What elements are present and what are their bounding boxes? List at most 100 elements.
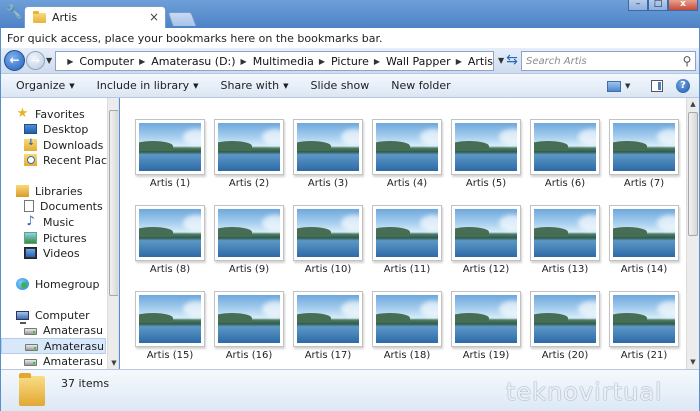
wrench-icon[interactable]: 🔧	[6, 6, 22, 20]
file-thumbnail[interactable]: Artis (4)	[372, 119, 442, 189]
nav-item-documents[interactable]: Documents	[1, 198, 106, 214]
file-thumbnail[interactable]: Artis (1)	[135, 119, 205, 189]
file-thumbnail[interactable]: Artis (19)	[451, 291, 521, 361]
maximize-button[interactable]: □	[648, 0, 668, 11]
search-box[interactable]: Search Artis ⚲	[521, 51, 696, 71]
forward-button[interactable]: →	[26, 51, 45, 70]
change-view-icon[interactable]	[607, 81, 621, 92]
file-thumbnail[interactable]: Artis (9)	[214, 205, 284, 275]
recent-pages-dropdown[interactable]: ▼	[46, 56, 52, 65]
file-thumbnail[interactable]: Artis (17)	[293, 291, 363, 361]
more-options-caret[interactable]: ▼	[625, 82, 630, 98]
command-slide-show[interactable]: Slide show	[310, 79, 369, 92]
close-window-button[interactable]: x	[668, 0, 698, 11]
chevron-right-icon[interactable]: ▶	[374, 57, 380, 66]
file-name: Artis (6)	[544, 178, 586, 189]
image-thumbnail-icon	[530, 291, 600, 347]
new-tab-button[interactable]	[167, 12, 197, 26]
nav-item-amaterasu-d[interactable]: Amaterasu (D:)	[1, 338, 118, 354]
nav-item-amaterasu-e[interactable]: Amaterasu (E:)	[1, 353, 118, 369]
address-row: ← → ▼ ▶ Computer ▶ Amaterasu (D:) ▶ Multimed…	[1, 48, 699, 74]
search-input[interactable]: Search Artis	[526, 56, 679, 67]
navigation-scrollbar[interactable]: ▼	[107, 98, 118, 369]
drive-icon	[25, 344, 38, 351]
nav-item-favorites[interactable]: ★ Favorites	[1, 106, 106, 122]
close-tab-icon[interactable]: ×	[149, 10, 159, 24]
chevron-right-icon[interactable]: ▶	[139, 57, 145, 66]
file-thumbnail[interactable]: Artis (3)	[293, 119, 363, 189]
breadcrumb-item[interactable]: Multimedia	[253, 55, 314, 68]
scroll-down-arrow[interactable]: ▼	[109, 359, 118, 367]
preview-pane-icon[interactable]	[651, 80, 663, 92]
nav-item-computer[interactable]: Computer	[1, 307, 106, 324]
back-button[interactable]: ←	[4, 50, 25, 71]
file-name: Artis (4)	[386, 178, 428, 189]
nav-item-music[interactable]: ♪ Music	[1, 214, 106, 230]
chevron-right-icon[interactable]: ▶	[67, 57, 73, 66]
chevron-right-icon[interactable]: ▶	[241, 57, 247, 66]
file-thumbnail[interactable]: Artis (15)	[135, 291, 205, 361]
file-thumbnail[interactable]: Artis (13)	[530, 205, 600, 275]
desktop-icon	[24, 124, 37, 134]
breadcrumb-item[interactable]: Artis	[468, 55, 493, 68]
image-thumbnail-icon	[135, 291, 205, 347]
address-bar[interactable]: ▶ Computer ▶ Amaterasu (D:) ▶ Multimedia ▶ Pic…	[55, 51, 494, 71]
title-bar: 🔧 Artis × – □ x	[0, 0, 700, 28]
file-thumbnail[interactable]: Artis (20)	[530, 291, 600, 361]
breadcrumb-item[interactable]: Wall Papper	[386, 55, 451, 68]
breadcrumb-label: Artis	[467, 54, 493, 68]
file-thumbnail[interactable]: Artis (18)	[372, 291, 442, 361]
file-thumbnail[interactable]: Artis (21)	[609, 291, 679, 361]
file-thumbnail[interactable]: Artis (11)	[372, 205, 442, 275]
nav-item-libraries[interactable]: Libraries	[1, 183, 106, 199]
command-new-folder[interactable]: New folder	[391, 79, 450, 92]
file-list-scrollbar-thumb[interactable]	[688, 112, 698, 236]
breadcrumb-item[interactable]: Picture	[331, 55, 369, 68]
image-thumbnail-icon	[530, 119, 600, 175]
drive-icon	[24, 359, 37, 366]
nav-item-homegroup[interactable]: Homegroup	[1, 276, 106, 292]
command-organize[interactable]: Organize ▼	[16, 79, 75, 92]
nav-item-downloads[interactable]: Downloads	[1, 137, 106, 153]
refresh-icon[interactable]: ⇆	[504, 52, 520, 68]
scroll-up-arrow[interactable]: ▲	[687, 100, 699, 108]
chevron-right-icon[interactable]: ▶	[456, 57, 462, 66]
file-thumbnail[interactable]: Artis (7)	[609, 119, 679, 189]
items-count: 37 items	[61, 377, 110, 390]
image-thumbnail-icon	[372, 291, 442, 347]
command-share-with[interactable]: Share with ▼	[221, 79, 289, 92]
scroll-down-arrow[interactable]: ▼	[687, 358, 699, 366]
image-thumbnail-icon	[372, 205, 442, 261]
search-icon[interactable]: ⚲	[679, 54, 695, 68]
breadcrumb-item[interactable]: Computer	[79, 55, 134, 68]
file-list-scrollbar[interactable]: ▲ ▼	[686, 98, 699, 369]
bookmarks-hint: For quick access, place your bookmarks h…	[7, 32, 383, 45]
nav-item-desktop[interactable]: Desktop	[1, 121, 106, 137]
image-thumbnail-icon	[293, 119, 363, 175]
chevron-right-icon[interactable]: ▶	[319, 57, 325, 66]
file-thumbnail[interactable]: Artis (2)	[214, 119, 284, 189]
file-name: Artis (18)	[383, 350, 431, 361]
nav-item-pictures[interactable]: Pictures	[1, 230, 106, 246]
breadcrumb-item[interactable]: Amaterasu (D:)	[151, 55, 235, 68]
file-thumbnail[interactable]: Artis (12)	[451, 205, 521, 275]
file-thumbnail[interactable]: Artis (5)	[451, 119, 521, 189]
file-thumbnail[interactable]: Artis (10)	[293, 205, 363, 275]
nav-item-amaterasu-c[interactable]: Amaterasu (C:)	[1, 322, 118, 338]
file-thumbnail[interactable]: Artis (6)	[530, 119, 600, 189]
image-thumbnail-icon	[451, 291, 521, 347]
file-thumbnail[interactable]: Artis (16)	[214, 291, 284, 361]
nav-item-recent-places[interactable]: Recent Places	[1, 152, 118, 168]
image-thumbnail-icon	[214, 205, 284, 261]
minimize-button[interactable]: –	[628, 0, 648, 11]
file-thumbnail[interactable]: Artis (14)	[609, 205, 679, 275]
image-thumbnail-icon	[135, 205, 205, 261]
command-include-in-library[interactable]: Include in library ▼	[97, 79, 199, 92]
navigation-scrollbar-thumb[interactable]	[109, 110, 118, 296]
nav-item-videos[interactable]: Videos	[1, 245, 106, 261]
help-icon[interactable]: ?	[676, 79, 690, 93]
file-thumbnail[interactable]: Artis (8)	[135, 205, 205, 275]
tab-artis[interactable]: Artis ×	[24, 6, 166, 28]
breadcrumb-label: Computer	[79, 54, 135, 68]
documents-icon	[24, 200, 34, 212]
